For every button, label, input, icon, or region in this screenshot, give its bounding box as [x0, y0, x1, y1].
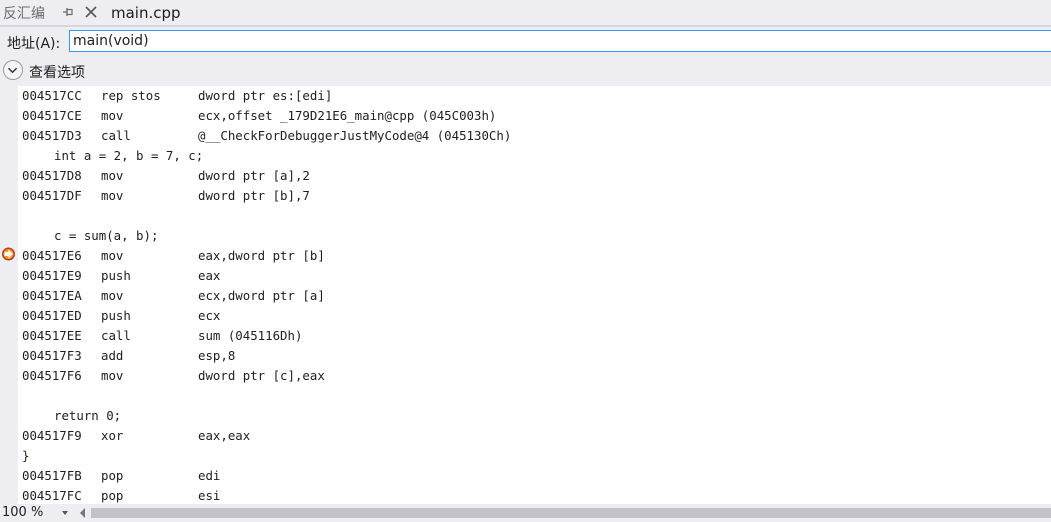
tab-disassembly-label: 反汇编	[3, 5, 45, 22]
instruction-mnemonic: pop	[101, 468, 124, 483]
instruction-mnemonic: push	[101, 308, 131, 323]
instruction-operands: eax,dword ptr [b]	[198, 248, 325, 263]
instruction-operands: ecx,offset _179D21E6_main@cpp (045C003h)	[198, 108, 497, 123]
instruction-address: 004517FC	[22, 488, 82, 503]
view-options-label: 查看选项	[29, 65, 85, 81]
tab-main-cpp[interactable]: main.cpp	[104, 0, 181, 25]
chevron-down-icon	[7, 67, 18, 74]
instruction-operands: ecx	[198, 308, 221, 323]
instruction-mnemonic: mov	[101, 368, 124, 383]
editor-gutter[interactable]	[0, 86, 18, 504]
instruction-operands: edi	[198, 468, 221, 483]
instruction-address: 004517D8	[22, 168, 82, 183]
scroll-left-arrow-icon[interactable]	[80, 508, 85, 518]
instruction-mnemonic: xor	[101, 428, 124, 443]
instruction-mnemonic: mov	[101, 168, 124, 183]
pin-icon[interactable]	[61, 5, 75, 19]
instruction-operands: dword ptr [c],eax	[198, 368, 325, 383]
instruction-mnemonic: mov	[101, 248, 124, 263]
view-options-expander[interactable]	[3, 60, 23, 80]
instruction-operands: ecx,dword ptr [a]	[198, 288, 325, 303]
instruction-address: 004517DF	[22, 188, 82, 203]
instruction-operands: sum (045116Dh)	[198, 328, 303, 343]
current-instruction-arrow-icon	[2, 247, 15, 261]
instruction-address: 004517CC	[22, 88, 82, 103]
instruction-mnemonic: call	[101, 328, 131, 343]
tab-disassembly[interactable]: 反汇编	[0, 0, 45, 25]
instruction-operands: dword ptr [b],7	[198, 188, 310, 203]
instruction-address: 004517F9	[22, 428, 82, 443]
address-label: 地址(A):	[7, 36, 61, 52]
instruction-mnemonic: mov	[101, 288, 124, 303]
tab-main-cpp-label: main.cpp	[111, 3, 181, 22]
address-input[interactable]	[69, 30, 1051, 52]
instruction-mnemonic: mov	[101, 108, 124, 123]
instruction-operands: esp,8	[198, 348, 236, 363]
horizontal-scrollbar-thumb[interactable]	[91, 508, 1051, 518]
instruction-address: 004517ED	[22, 308, 82, 323]
instruction-address: 004517EE	[22, 328, 82, 343]
instruction-mnemonic: rep stos	[101, 88, 161, 103]
source-text: c = sum(a, b);	[54, 228, 159, 243]
instruction-operands: dword ptr es:[edi]	[198, 88, 333, 103]
dropdown-arrow-icon	[62, 511, 68, 515]
instruction-mnemonic: push	[101, 268, 131, 283]
instruction-address: 004517F6	[22, 368, 82, 383]
instruction-mnemonic: call	[101, 128, 131, 143]
instruction-address: 004517D3	[22, 128, 82, 143]
document-tab-strip: 反汇编 main.cpp	[0, 0, 1051, 27]
instruction-address: 004517EA	[22, 288, 82, 303]
instruction-operands: esi	[198, 488, 221, 503]
instruction-mnemonic: pop	[101, 488, 124, 503]
instruction-operands: @__CheckForDebuggerJustMyCode@4 (045130C…	[198, 128, 512, 143]
close-icon[interactable]	[84, 5, 98, 19]
instruction-address: 004517FB	[22, 468, 82, 483]
instruction-operands: dword ptr [a],2	[198, 168, 310, 183]
source-text: int a = 2, b = 7, c;	[54, 148, 204, 163]
instruction-address: 004517F3	[22, 348, 82, 363]
instruction-mnemonic: mov	[101, 188, 124, 203]
source-text: }	[22, 448, 30, 463]
source-text: return 0;	[54, 408, 122, 423]
instruction-operands: eax	[198, 268, 221, 283]
horizontal-scrollbar[interactable]	[91, 508, 1051, 518]
zoom-dropdown[interactable]: 100 %	[0, 504, 74, 522]
status-bar: 100 %	[0, 504, 1051, 522]
zoom-value: 100 %	[2, 505, 44, 520]
view-options-row: 查看选项	[0, 56, 1051, 86]
instruction-address: 004517E6	[22, 248, 82, 263]
address-bar: 地址(A):	[0, 27, 1051, 56]
instruction-mnemonic: add	[101, 348, 124, 363]
instruction-address: 004517E9	[22, 268, 82, 283]
instruction-address: 004517CE	[22, 108, 82, 123]
instruction-operands: eax,eax	[198, 428, 251, 443]
disassembly-code-view[interactable]: 004517CC rep stos dword ptr es:[edi] 004517…	[18, 86, 1051, 504]
